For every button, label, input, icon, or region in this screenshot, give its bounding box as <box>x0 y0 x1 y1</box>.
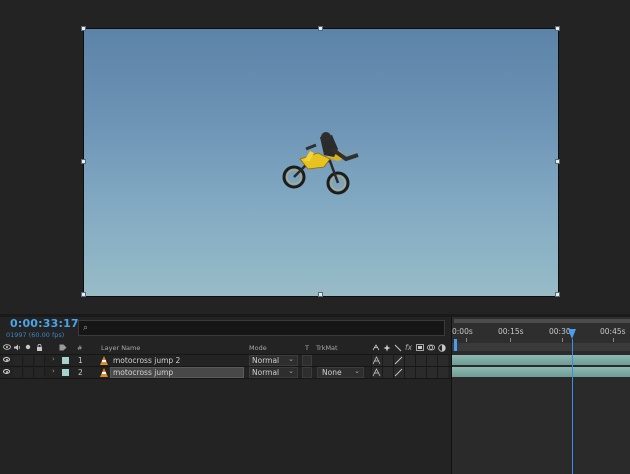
audio-switch[interactable] <box>13 368 23 377</box>
blend-mode-value: Normal <box>252 356 280 365</box>
layer-bar-1[interactable] <box>452 355 630 365</box>
quality-switch-icon[interactable] <box>394 344 402 354</box>
layer-row-2[interactable]: › 2 motocross jump Normal ⌄ None ⌄ <box>0 367 451 379</box>
layer-number: 1 <box>78 356 83 365</box>
effects-switch[interactable] <box>404 367 415 378</box>
motocross-rider-icon <box>282 132 359 195</box>
frame-handle-top-left[interactable] <box>81 26 86 31</box>
time-ruler[interactable]: 0:00s 00:15s 00:30s 00:45s <box>452 317 630 351</box>
shy-switch-icon[interactable] <box>371 367 382 378</box>
collapse-switch-icon[interactable] <box>383 344 391 354</box>
eye-icon[interactable] <box>3 369 10 374</box>
frame-handle-top-right[interactable] <box>555 26 560 31</box>
ruler-navigator[interactable] <box>452 343 630 351</box>
chevron-down-icon: ⌄ <box>354 367 360 375</box>
label-color-swatch[interactable] <box>62 369 69 376</box>
lock-switch[interactable] <box>35 356 45 365</box>
quality-switch-icon[interactable] <box>393 367 404 378</box>
solo-toggle-icon[interactable] <box>25 344 31 352</box>
ruler-tick <box>466 338 467 342</box>
adjustment-switch[interactable] <box>437 367 448 378</box>
layer-track-1[interactable] <box>452 355 630 365</box>
frame-blend-switch[interactable] <box>415 367 426 378</box>
shy-switch-icon[interactable] <box>372 344 380 353</box>
effects-switch-icon[interactable]: fx <box>405 343 412 352</box>
motion-blur-switch[interactable] <box>426 367 437 378</box>
frame-handle-bottom-center[interactable] <box>318 292 323 297</box>
motion-blur-switch-icon[interactable] <box>427 344 435 353</box>
collapse-switch[interactable] <box>382 367 393 378</box>
solo-switch[interactable] <box>24 368 34 377</box>
frame-handle-top-center[interactable] <box>318 26 323 31</box>
column-layer-name[interactable]: Layer Name <box>101 344 140 352</box>
layer-number: 2 <box>78 368 83 377</box>
layer-name[interactable]: motocross jump <box>113 368 173 377</box>
frame-handle-bottom-left[interactable] <box>81 292 86 297</box>
timeline-panel: 0:00:33:17 01997 (60.00 fps) ⌕ # Layer N… <box>0 317 630 474</box>
ruler-tick <box>562 338 563 342</box>
ruler-tick <box>510 338 511 342</box>
lock-switch[interactable] <box>35 368 45 377</box>
frame-handle-middle-left[interactable] <box>81 159 86 164</box>
search-icon: ⌕ <box>83 323 89 333</box>
chevron-down-icon: ⌄ <box>288 367 294 375</box>
work-area-bar[interactable] <box>454 319 630 323</box>
shy-switch-icon[interactable] <box>371 355 382 366</box>
adjustment-switch[interactable] <box>437 355 448 366</box>
preserve-transparency-toggle[interactable] <box>302 367 312 378</box>
preserve-transparency-toggle[interactable] <box>302 355 312 366</box>
playhead-line[interactable] <box>572 339 573 474</box>
track-matte-value: None <box>322 368 342 377</box>
label-tag-icon[interactable] <box>59 344 67 353</box>
composition-frame[interactable] <box>83 28 559 297</box>
quality-switch-icon[interactable] <box>393 355 404 366</box>
layer-track-2[interactable] <box>452 367 630 377</box>
ruler-tick-label: 0:00s <box>452 327 473 336</box>
composition-viewer[interactable] <box>0 0 630 315</box>
work-area-start-handle[interactable] <box>454 339 457 351</box>
effects-switch[interactable] <box>404 355 415 366</box>
lock-toggle-icon[interactable] <box>36 343 43 353</box>
eye-icon[interactable] <box>3 357 10 362</box>
layer-row-1[interactable]: › 1 motocross jump 2 Normal ⌄ <box>0 355 451 367</box>
vlc-cone-icon <box>100 368 108 377</box>
column-t: T <box>305 344 309 352</box>
ruler-tick <box>613 338 614 342</box>
layer-panel: 0:00:33:17 01997 (60.00 fps) ⌕ # Layer N… <box>0 317 451 474</box>
current-timecode[interactable]: 0:00:33:17 <box>10 317 79 330</box>
frame-handle-bottom-right[interactable] <box>555 292 560 297</box>
playhead-handle[interactable] <box>568 329 576 339</box>
solo-switch[interactable] <box>24 356 34 365</box>
column-trkmat: TrkMat <box>316 344 338 352</box>
track-matte-dropdown[interactable]: None ⌄ <box>317 367 364 378</box>
ruler-tick-label: 00:15s <box>498 327 524 336</box>
layer-bar-2[interactable] <box>452 367 630 377</box>
ruler-tick-label: 00:45s <box>600 327 626 336</box>
layer-column-header: # Layer Name Mode T TrkMat fx <box>0 342 451 355</box>
motion-blur-switch[interactable] <box>426 355 437 366</box>
label-color-swatch[interactable] <box>62 357 69 364</box>
collapse-switch[interactable] <box>382 355 393 366</box>
frame-blend-switch[interactable] <box>415 355 426 366</box>
chevron-right-icon[interactable]: › <box>52 355 55 363</box>
layer-search-input[interactable]: ⌕ <box>78 320 445 336</box>
frame-rate-readout: 01997 (60.00 fps) <box>6 331 65 339</box>
column-number: # <box>77 344 83 352</box>
frame-blend-switch-icon[interactable] <box>416 344 424 353</box>
timeline-graph-area[interactable]: 0:00s 00:15s 00:30s 00:45s <box>452 317 630 474</box>
adjustment-layer-switch-icon[interactable] <box>438 344 446 354</box>
vlc-cone-icon <box>100 356 108 365</box>
column-mode: Mode <box>249 344 267 352</box>
audio-toggle-icon[interactable] <box>13 344 21 353</box>
blend-mode-dropdown[interactable]: Normal ⌄ <box>249 367 298 378</box>
layer-name[interactable]: motocross jump 2 <box>113 356 180 365</box>
video-toggle-icon[interactable] <box>3 344 11 352</box>
audio-switch[interactable] <box>13 356 23 365</box>
chevron-right-icon[interactable]: › <box>52 367 55 375</box>
frame-handle-middle-right[interactable] <box>555 159 560 164</box>
blend-mode-dropdown[interactable]: Normal ⌄ <box>249 355 298 366</box>
blend-mode-value: Normal <box>252 368 280 377</box>
chevron-down-icon: ⌄ <box>288 355 294 363</box>
